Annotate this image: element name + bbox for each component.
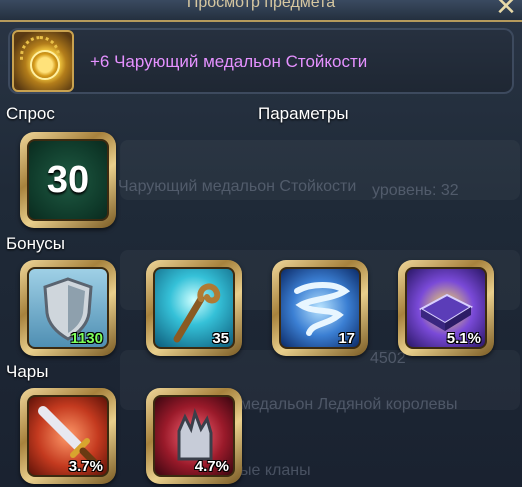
background-text: медальон Ледяной королевы [240, 396, 458, 413]
demand-tile[interactable]: 30 [20, 132, 116, 228]
medallion-icon[interactable] [12, 30, 74, 92]
close-icon[interactable]: ✕ [494, 0, 518, 19]
background-text: уровень: 32 [372, 182, 459, 199]
bonus-tile-staff[interactable]: 35 [146, 260, 242, 356]
enchant-tile-sword[interactable]: 3.7% [20, 388, 116, 484]
params-label: Параметры [258, 104, 349, 123]
dialog-header: Просмотр предмета ✕ [0, 0, 522, 22]
enchant-label: Чары [6, 362, 49, 381]
demand-value: 30 [46, 158, 90, 201]
bonuses-label: Бонусы [6, 234, 66, 253]
bonus-value: 35 [212, 330, 229, 347]
bonus-tile-shield[interactable]: 1130 [20, 260, 116, 356]
gauntlet-icon: 4.7% [153, 395, 235, 477]
enchant-value: 3.7% [68, 458, 103, 475]
staff-icon: 35 [153, 267, 235, 349]
spellbook-icon: 5.1% [405, 267, 487, 349]
enchant-value: 4.7% [194, 458, 229, 475]
bonus-tile-spellbook[interactable]: 5.1% [398, 260, 494, 356]
enchant-tile-gauntlet[interactable]: 4.7% [146, 388, 242, 484]
shield-icon: 1130 [27, 267, 109, 349]
background-text: ые кланы [240, 462, 311, 479]
dialog-title: Просмотр предмета [186, 0, 336, 11]
bonus-value: 1130 [70, 330, 103, 347]
background-text: Чарующий медальон Стойкости [118, 178, 357, 195]
whirlwind-icon: 17 [279, 267, 361, 349]
bonus-value: 5.1% [446, 330, 481, 347]
demand-label: Спрос [6, 104, 55, 123]
item-header: +6 Чарующий медальон Стойкости [8, 28, 514, 94]
medal-shape [30, 50, 60, 80]
sword-icon: 3.7% [27, 395, 109, 477]
demand-inner: 30 [27, 139, 109, 221]
bonus-tile-whirlwind[interactable]: 17 [272, 260, 368, 356]
background-text: 4502 [370, 350, 406, 367]
bonus-value: 17 [338, 330, 355, 347]
item-name: +6 Чарующий медальон Стойкости [90, 52, 368, 71]
